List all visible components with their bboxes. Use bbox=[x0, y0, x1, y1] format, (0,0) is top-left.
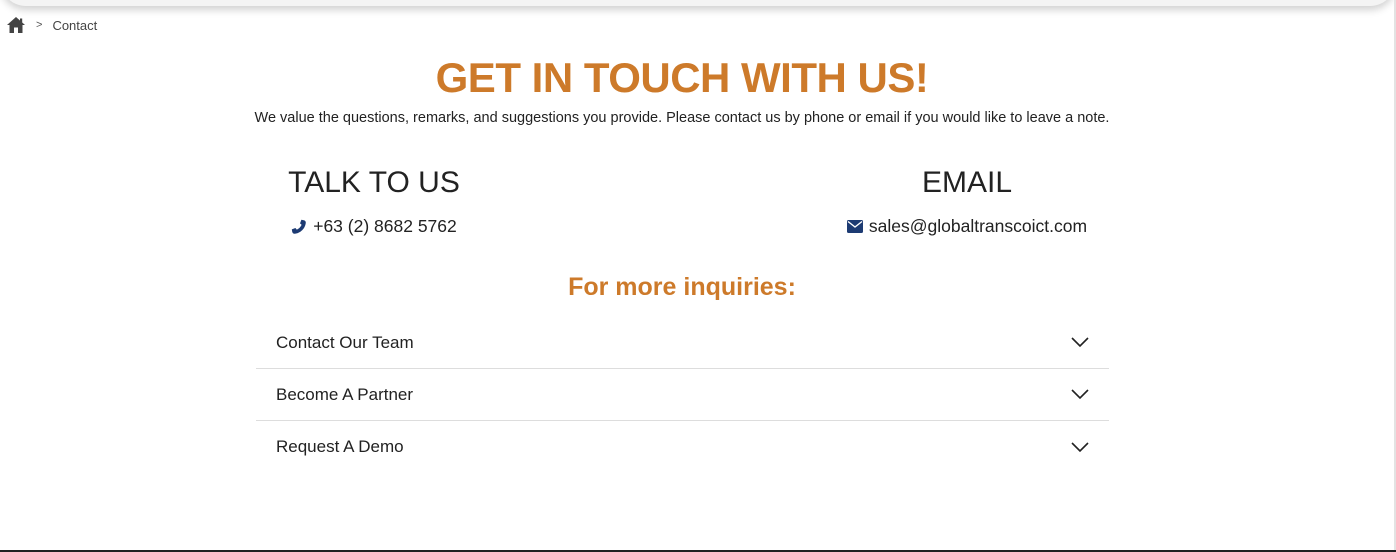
inquiries-accordion: Contact Our Team Become A Partner Reques… bbox=[256, 317, 1109, 473]
chevron-down-icon[interactable] bbox=[1071, 389, 1089, 400]
email-line[interactable]: sales@globaltranscoict.com bbox=[817, 216, 1117, 237]
phone-line[interactable]: +63 (2) 8682 5762 bbox=[224, 216, 524, 237]
accordion-item-request-a-demo[interactable]: Request A Demo bbox=[256, 421, 1109, 473]
accordion-item-contact-our-team[interactable]: Contact Our Team bbox=[256, 317, 1109, 369]
inquiries-title: For more inquiries: bbox=[568, 273, 796, 301]
phone-number[interactable]: +63 (2) 8682 5762 bbox=[313, 216, 457, 237]
header-shadow bbox=[0, 0, 1396, 6]
email-heading: EMAIL bbox=[921, 166, 1013, 199]
envelope-icon bbox=[846, 220, 863, 233]
accordion-item-become-a-partner[interactable]: Become A Partner bbox=[256, 369, 1109, 421]
email-section: EMAIL sales@globaltranscoict.com bbox=[817, 165, 1117, 237]
page-title: GET IN TOUCH WITH US! bbox=[435, 54, 929, 101]
chevron-down-icon[interactable] bbox=[1071, 441, 1089, 453]
breadcrumb-current: Contact bbox=[52, 17, 98, 33]
accordion-item-label: Become A Partner bbox=[276, 384, 414, 404]
home-icon[interactable] bbox=[6, 16, 26, 34]
email-address[interactable]: sales@globaltranscoict.com bbox=[869, 216, 1087, 237]
phone-icon bbox=[291, 219, 307, 235]
page-subtitle: We value the questions, remarks, and sug… bbox=[254, 110, 1110, 126]
talk-to-us-section: TALK TO US +63 (2) 8682 5762 bbox=[224, 165, 524, 237]
breadcrumb: > Contact bbox=[6, 16, 97, 34]
chevron-down-icon[interactable] bbox=[1071, 337, 1089, 348]
talk-heading: TALK TO US bbox=[288, 166, 460, 199]
breadcrumb-separator: > bbox=[36, 19, 43, 31]
contact-page: > Contact GET IN TOUCH WITH US! We value… bbox=[0, 0, 1396, 552]
accordion-item-label: Request A Demo bbox=[276, 437, 404, 456]
accordion-item-label: Contact Our Team bbox=[276, 332, 414, 352]
